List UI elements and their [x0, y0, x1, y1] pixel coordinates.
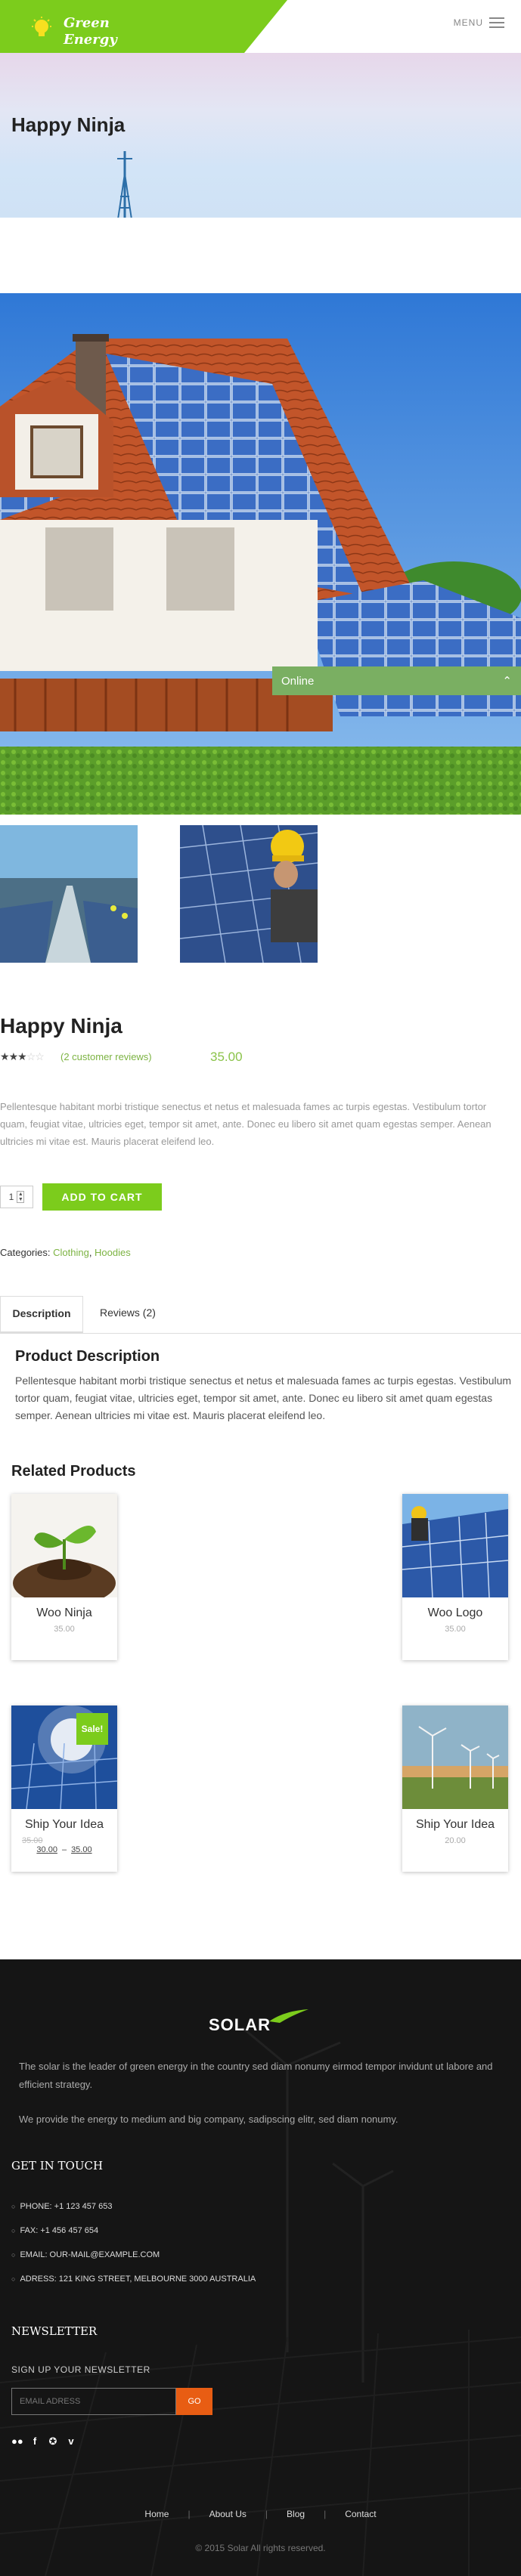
product-thumbnail-2[interactable] — [180, 825, 318, 963]
wind-tower-illustration — [117, 151, 132, 218]
category-separator: , — [88, 1247, 95, 1258]
site-footer: SOLAR The solar is the leader of green e… — [0, 1959, 521, 2576]
categories-label: Categories: — [0, 1247, 51, 1258]
footer-about-text: The solar is the leader of green energy … — [19, 2061, 493, 2090]
star-empty-icon: ☆ — [35, 1050, 45, 1062]
quantity-input[interactable]: 1 ▲ ▼ — [0, 1186, 33, 1208]
star-rating: ★★★☆☆ — [0, 1050, 45, 1063]
footer-background-illustration — [0, 1959, 521, 2576]
newsletter-label: SIGN UP YOUR NEWSLETTER — [11, 2364, 150, 2375]
contact-fax-text: FAX: +1 456 457 654 — [20, 2226, 99, 2235]
circle-bullet-icon: ○ — [11, 2227, 16, 2234]
category-link-clothing[interactable]: Clothing — [53, 1247, 89, 1258]
star-empty-icon: ☆ — [26, 1050, 36, 1062]
page-title: Happy Ninja — [11, 113, 126, 136]
logo-block[interactable]: Green Energy — [0, 0, 287, 53]
contact-phone-text: PHONE: +1 123 457 653 — [20, 2202, 113, 2211]
logo-swoosh-icon — [269, 2009, 309, 2023]
brand-line-1: Green — [64, 15, 110, 31]
flickr-icon[interactable]: ●● — [11, 2435, 23, 2448]
quantity-stepper-icon[interactable]: ▲ ▼ — [17, 1191, 25, 1203]
page-hero: Happy Ninja — [0, 53, 521, 218]
product-price: 35.00 — [445, 1625, 466, 1634]
related-product-card[interactable]: Ship Your Idea 20.00 — [402, 1705, 508, 1872]
footer-about-text-2: We provide the energy to medium and big … — [19, 2114, 399, 2125]
related-product-card[interactable]: Woo Logo 35.00 — [402, 1494, 508, 1660]
product-categories: Categories: Clothing, Hoodies — [0, 1247, 131, 1258]
sale-badge: Sale! — [76, 1713, 108, 1745]
product-name: Ship Your Idea — [24, 1818, 104, 1831]
star-filled-icon: ★ — [17, 1050, 27, 1062]
footer-nav-about[interactable]: About Us — [191, 2509, 265, 2519]
lightbulb-icon — [32, 17, 51, 36]
price-to: 35.00 — [71, 1845, 92, 1854]
product-old-price: 35.00 — [22, 1836, 43, 1845]
brand-name: Green Energy — [64, 15, 117, 48]
price-from: 30.00 — [36, 1845, 57, 1854]
contact-address: ○ ADRESS: 121 KING STREET, MELBOURNE 300… — [11, 2274, 256, 2284]
online-chat-label: Online — [281, 674, 315, 688]
contact-heading: GET IN TOUCH — [11, 2159, 104, 2172]
customer-reviews-link[interactable]: (2 customer reviews) — [60, 1051, 152, 1062]
brand-line-2: Energy — [64, 32, 117, 48]
product-image-sun-panels: Sale! — [11, 1705, 117, 1809]
contact-phone: ○ PHONE: +1 123 457 653 — [11, 2202, 112, 2211]
newsletter-heading: NEWSLETTER — [11, 2324, 98, 2338]
tab-description[interactable]: Description — [0, 1296, 83, 1334]
menu-label: MENU — [453, 17, 483, 28]
circle-bullet-icon: ○ — [11, 2203, 16, 2210]
category-link-hoodies[interactable]: Hoodies — [95, 1247, 131, 1258]
product-price: 20.00 — [445, 1836, 466, 1845]
add-to-cart-button[interactable]: ADD TO CART — [42, 1183, 162, 1211]
footer-nav-contact[interactable]: Contact — [326, 2509, 395, 2519]
contact-fax: ○ FAX: +1 456 457 654 — [11, 2226, 98, 2235]
star-filled-icon: ★ — [0, 1050, 10, 1062]
chevron-up-icon[interactable]: ⌃ — [502, 674, 512, 688]
product-description-text: Pellentesque habitant morbi tristique se… — [15, 1375, 512, 1421]
contact-address-text: ADRESS: 121 KING STREET, MELBOURNE 3000 … — [20, 2274, 256, 2284]
contact-email-text[interactable]: EMAIL: OUR-MAIL@EXAMPLE.COM — [20, 2250, 160, 2259]
hamburger-icon — [489, 17, 504, 29]
product-sale-price: 30.00–35.00 — [11, 1845, 117, 1854]
online-chat-widget[interactable]: Online ⌃ — [272, 666, 521, 695]
quantity-value: 1 — [8, 1192, 14, 1202]
twitter-icon[interactable]: ✪ — [48, 2435, 58, 2448]
product-name: Ship Your Idea — [415, 1818, 495, 1831]
circle-bullet-icon: ○ — [11, 2275, 16, 2283]
related-product-card[interactable]: Woo Ninja 35.00 — [11, 1494, 117, 1660]
price-range-separator: – — [61, 1845, 67, 1854]
product-name: Woo Logo — [427, 1607, 483, 1619]
product-main-image[interactable] — [0, 293, 521, 815]
product-image-panels — [402, 1494, 508, 1597]
footer-logo[interactable]: SOLAR — [209, 2015, 271, 2035]
footer-nav-home[interactable]: Home — [126, 2509, 188, 2519]
star-filled-icon: ★ — [8, 1050, 19, 1062]
tab-reviews[interactable]: Reviews (2) — [100, 1296, 156, 1334]
product-price-range: 35.00 30.00–35.00 — [11, 1836, 117, 1854]
menu-button[interactable]: MENU — [454, 17, 504, 29]
product-image-plant — [11, 1494, 117, 1597]
circle-bullet-icon: ○ — [11, 2251, 16, 2259]
product-description-heading: Product Description — [15, 1348, 160, 1365]
contact-email[interactable]: ○ EMAIL: OUR-MAIL@EXAMPLE.COM — [11, 2250, 160, 2259]
vimeo-icon[interactable]: v — [66, 2435, 76, 2448]
social-links: ●● f ✪ v — [11, 2435, 76, 2448]
facebook-icon[interactable]: f — [29, 2435, 40, 2448]
related-products-heading: Related Products — [11, 1463, 136, 1480]
footer-nav-blog[interactable]: Blog — [268, 2509, 324, 2519]
product-price: 35.00 — [210, 1050, 243, 1064]
product-thumbnail-1[interactable] — [0, 825, 138, 963]
product-image-wind-turbines — [402, 1705, 508, 1809]
footer-nav: Home | About Us | Blog | Contact — [0, 2509, 521, 2519]
related-product-card[interactable]: Sale! Ship Your Idea 35.00 30.00–35.00 — [11, 1705, 117, 1872]
newsletter-email-input[interactable] — [11, 2388, 176, 2415]
newsletter-go-button[interactable]: GO — [176, 2388, 212, 2415]
product-tabs: Description Reviews (2) — [0, 1296, 521, 1334]
product-short-description: Pellentesque habitant morbi tristique se… — [0, 1101, 492, 1147]
product-price: 35.00 — [54, 1625, 75, 1634]
product-name: Woo Ninja — [36, 1607, 92, 1619]
site-header: Green Energy MENU — [0, 0, 521, 53]
product-title: Happy Ninja — [0, 1014, 122, 1038]
copyright: © 2015 Solar All rights reserved. — [195, 2543, 326, 2553]
